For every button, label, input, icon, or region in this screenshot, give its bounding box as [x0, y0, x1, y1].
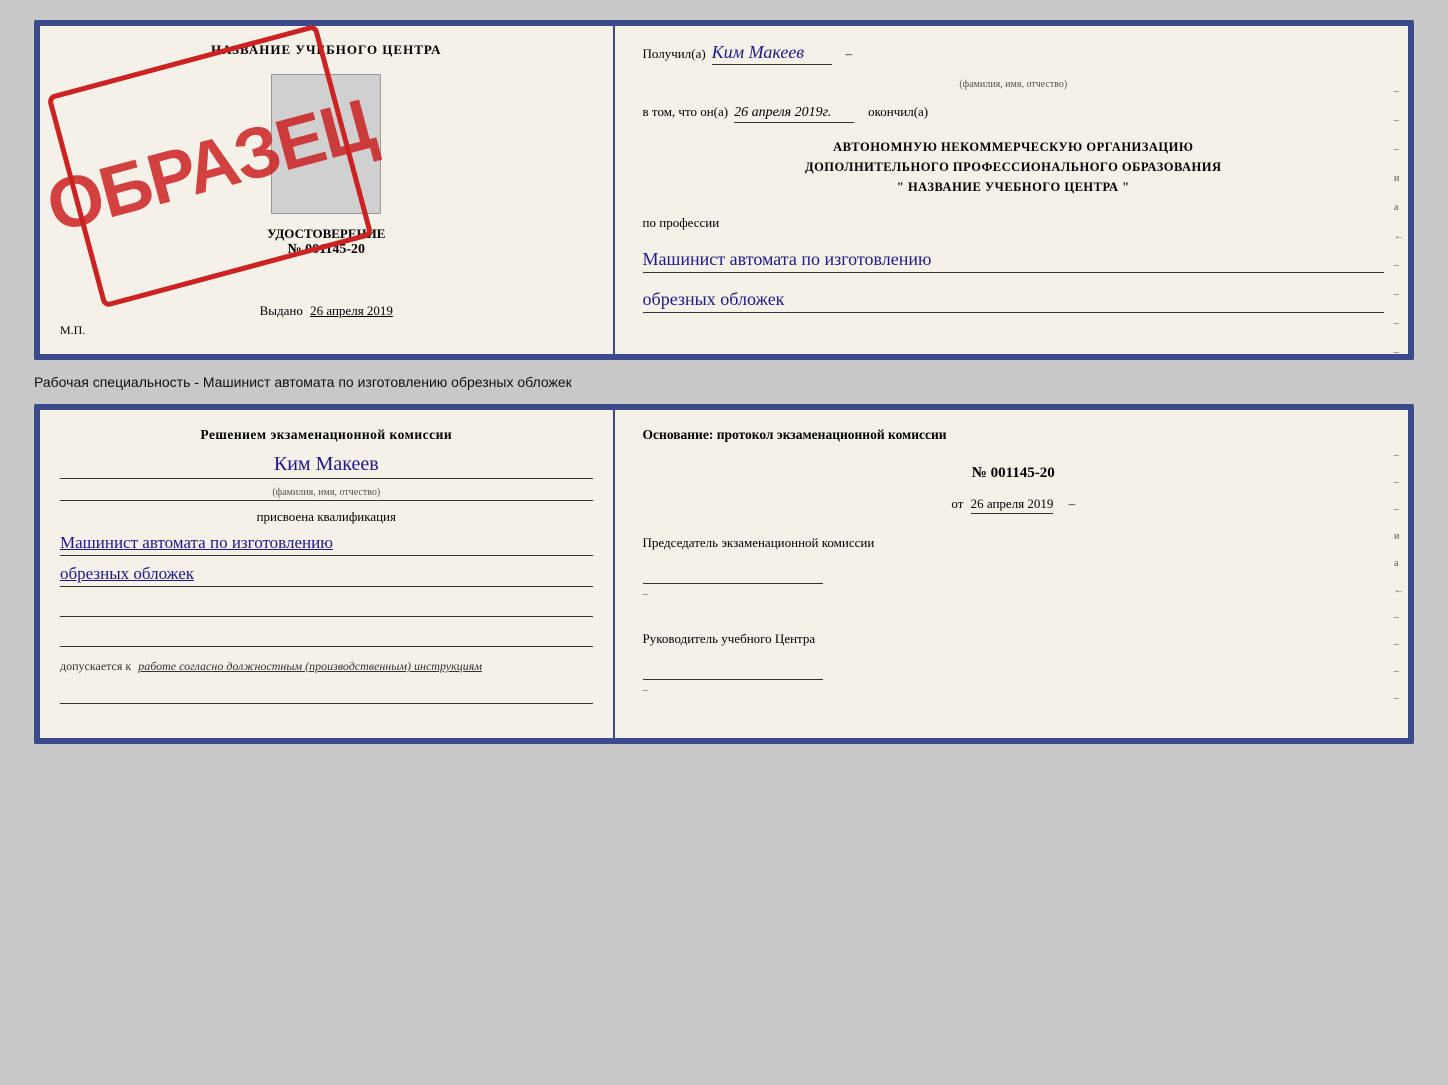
received-row: Получил(а) Ким Макеев – [643, 42, 1384, 65]
cert-bottom-right: Основание: протокол экзаменационной коми… [615, 410, 1408, 738]
dash2: – [1069, 496, 1076, 511]
caption: Рабочая специальность - Машинист автомат… [34, 370, 1414, 394]
cert-doc-number: № 001145-20 [288, 242, 365, 258]
blank-line-2 [60, 629, 593, 647]
decision-title: Решением экзаменационной комиссии [60, 426, 593, 445]
protocol-number: № 001145-20 [643, 465, 1384, 482]
cert-issued: Выдано 26 апреля 2019 [260, 303, 393, 319]
qual-line1: Машинист автомата по изготовлению [60, 533, 593, 556]
head-title: Руководитель учебного Центра [643, 630, 1384, 648]
bottom-name: Ким Макеев [60, 453, 593, 479]
finished-label: окончил(а) [868, 104, 928, 120]
cert-top-right: Получил(а) Ким Макеев – (фамилия, имя, о… [615, 26, 1408, 354]
bottom-certificate: Решением экзаменационной комиссии Ким Ма… [34, 404, 1414, 744]
allowed-value: работе согласно должностным (производств… [138, 659, 482, 673]
blank-line-1 [60, 599, 593, 617]
org-line2: ДОПОЛНИТЕЛЬНОГО ПРОФЕССИОНАЛЬНОГО ОБРАЗО… [643, 157, 1384, 177]
received-label: Получил(а) [643, 46, 706, 62]
issued-date: 26 апреля 2019 [310, 303, 393, 318]
cert-bottom-left: Решением экзаменационной комиссии Ким Ма… [40, 410, 615, 738]
head-block: Руководитель учебного Центра – [643, 630, 1384, 698]
chairman-sig-line [643, 556, 823, 584]
protocol-date-row: от 26 апреля 2019 – [643, 494, 1384, 514]
document-wrapper: НАЗВАНИЕ УЧЕБНОГО ЦЕНТРА УДОСТОВЕРЕНИЕ №… [34, 20, 1414, 744]
date-value: 26 апреля 2019 [971, 496, 1054, 514]
name-sub-top: (фамилия, имя, отчество) [643, 79, 1384, 90]
head-sig-line [643, 652, 823, 680]
cert-mp: М.П. [60, 323, 85, 338]
allowed-text: допускается к работе согласно должностны… [60, 659, 593, 674]
profession-label: по профессии [643, 215, 1384, 231]
blank-line-3 [60, 686, 593, 704]
profession-line1: Машинист автомата по изготовлению [643, 249, 1384, 273]
cert-top-title: НАЗВАНИЕ УЧЕБНОГО ЦЕНТРА [211, 42, 442, 58]
side-marks-bottom: – – – и а ← – – – – [1394, 450, 1404, 704]
received-name: Ким Макеев [712, 42, 832, 65]
side-marks-top: – – – и а ← – – – – [1394, 86, 1404, 358]
dash3: – [643, 588, 649, 600]
org-line1: АВТОНОМНУЮ НЕКОММЕРЧЕСКУЮ ОРГАНИЗАЦИЮ [643, 137, 1384, 157]
org-block: АВТОНОМНУЮ НЕКОММЕРЧЕСКУЮ ОРГАНИЗАЦИЮ ДО… [643, 137, 1384, 197]
chairman-block: Председатель экзаменационной комиссии – [643, 534, 1384, 602]
dash: – [846, 46, 853, 62]
org-line3: " НАЗВАНИЕ УЧЕБНОГО ЦЕНТРА " [643, 177, 1384, 197]
allowed-label: допускается к [60, 659, 131, 673]
basis-label: Основание: протокол экзаменационной коми… [643, 426, 1384, 445]
cert-doc-type: УДОСТОВЕРЕНИЕ [267, 226, 385, 242]
dash4: – [643, 684, 649, 696]
in-that-label: в том, что он(а) [643, 104, 729, 120]
chairman-title: Председатель экзаменационной комиссии [643, 534, 1384, 552]
completion-date: 26 апреля 2019г. [734, 105, 854, 123]
top-certificate: НАЗВАНИЕ УЧЕБНОГО ЦЕНТРА УДОСТОВЕРЕНИЕ №… [34, 20, 1414, 360]
cert-top-left: НАЗВАНИЕ УЧЕБНОГО ЦЕНТРА УДОСТОВЕРЕНИЕ №… [40, 26, 615, 354]
date-prefix: от [951, 496, 963, 511]
profession-line2: обрезных обложек [643, 289, 1384, 313]
qual-line2: обрезных обложек [60, 564, 593, 587]
issued-label: Выдано [260, 303, 303, 318]
bottom-name-sub: (фамилия, имя, отчество) [60, 487, 593, 501]
assigned-label: присвоена квалификация [60, 509, 593, 525]
photo-placeholder [271, 74, 381, 214]
completion-row: в том, что он(а) 26 апреля 2019г. окончи… [643, 104, 1384, 123]
